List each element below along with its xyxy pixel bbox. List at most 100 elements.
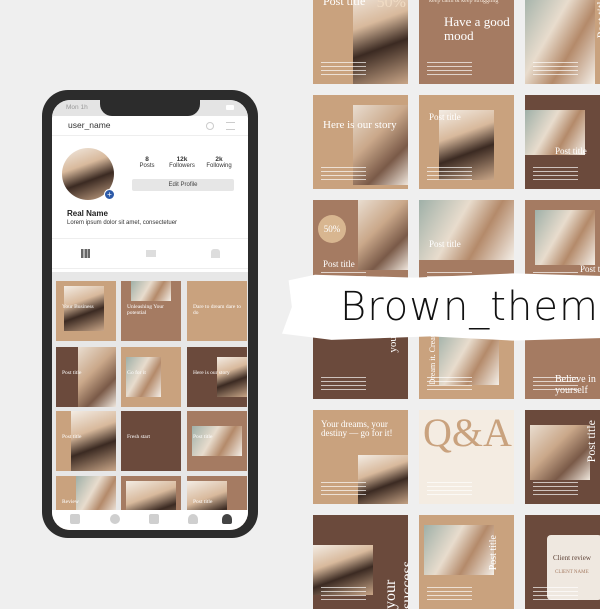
post-photo: [126, 357, 161, 397]
post-tile[interactable]: Your Business: [56, 281, 116, 341]
template-title: Your dreams, your destiny — go for it!: [321, 419, 393, 439]
reels-icon[interactable]: [146, 250, 156, 257]
post-title: Here is our story: [193, 370, 230, 376]
post-title: Fresh start: [127, 434, 151, 440]
template-tile: your success: [313, 515, 408, 609]
template-title: Post title: [323, 0, 366, 8]
search-icon[interactable]: [110, 514, 120, 524]
placeholder-text: [533, 167, 578, 181]
template-tile: Post title: [525, 0, 600, 84]
template-photo: [358, 200, 408, 270]
post-photo: [192, 426, 242, 456]
post-tile[interactable]: Here is our story: [187, 347, 247, 407]
battery-icon: [226, 105, 234, 110]
post-photo: [217, 357, 247, 397]
template-extra: 50%: [376, 0, 406, 11]
post-title: Go for it: [127, 370, 146, 376]
stat-following[interactable]: 2k Following: [199, 156, 239, 169]
divider: [52, 135, 248, 136]
add-story-icon[interactable]: +: [104, 189, 115, 200]
template-tile: Client review CLIENT NAME: [525, 515, 600, 609]
template-title: Q&A: [423, 410, 512, 455]
phone-notch: [100, 100, 200, 116]
phone-screen: Mon 1h user_name + 8 Posts 12k Followers 2…: [52, 100, 248, 530]
template-title: Post title: [584, 420, 598, 463]
post-title: Your Business: [62, 304, 94, 310]
profile-icon[interactable]: [222, 514, 232, 524]
template-photo: [535, 210, 595, 265]
tagged-icon[interactable]: [211, 249, 220, 258]
post-title: Post title: [193, 434, 213, 440]
placeholder-text: [533, 587, 578, 601]
placeholder-text: [427, 587, 472, 601]
template-title: Post title: [580, 264, 600, 274]
template-title: Post title: [594, 0, 600, 39]
real-name: Real Name: [67, 209, 108, 218]
template-tile: Post title: [525, 95, 600, 189]
template-photo: [419, 200, 514, 260]
template-tile: Post title: [419, 95, 514, 189]
template-tile: Your dreams, your destiny — go for it!: [313, 410, 408, 504]
template-tile: Have a good mood keep calm & keep struggl…: [419, 0, 514, 84]
template-photo: [530, 425, 590, 480]
home-icon[interactable]: [70, 514, 80, 524]
template-extra: CLIENT NAME: [555, 570, 589, 575]
template-tile: Post title: [419, 515, 514, 609]
divider: [52, 238, 248, 239]
post-title: Post title: [193, 499, 213, 505]
template-title: Here is our story: [323, 119, 397, 131]
heart-icon[interactable]: [188, 514, 198, 524]
template-title: Client review: [553, 554, 591, 562]
edit-profile-button[interactable]: Edit Profile: [132, 179, 234, 191]
stat-followers[interactable]: 12k Followers: [162, 156, 202, 169]
post-title: Dare to dream dare to do: [193, 304, 241, 316]
username: user_name: [68, 120, 111, 130]
placeholder-text: [533, 62, 578, 76]
post-title: Post title: [62, 370, 82, 376]
template-title: Post title: [488, 535, 499, 571]
template-tile: Here is our story: [313, 95, 408, 189]
add-icon[interactable]: [149, 514, 159, 524]
placeholder-text: [427, 482, 472, 496]
template-extra: keep calm & keep struggling: [429, 0, 499, 4]
activity-icon[interactable]: [206, 122, 214, 130]
post-tile[interactable]: Fresh start: [121, 411, 181, 471]
placeholder-text: [321, 377, 366, 391]
template-title: Have a good mood: [444, 14, 510, 43]
template-tile: Q&A: [419, 410, 514, 504]
post-tile[interactable]: Post title: [187, 411, 247, 471]
post-title: Post title: [62, 434, 82, 440]
placeholder-text: [321, 62, 366, 76]
stat-posts[interactable]: 8 Posts: [127, 156, 167, 169]
post-photo: [78, 347, 116, 407]
post-tile[interactable]: Dare to dream dare to do: [187, 281, 247, 341]
template-title: Post title: [555, 146, 587, 156]
template-title: Believe in yourself: [555, 374, 596, 396]
placeholder-text: [321, 482, 366, 496]
placeholder-text: [427, 62, 472, 76]
bio: Lorem ipsum dolor sit amet, consectetuer: [67, 220, 178, 226]
menu-icon[interactable]: [226, 122, 235, 130]
placeholder-text: [533, 482, 578, 496]
post-photo: [131, 281, 171, 301]
post-tile[interactable]: Post title: [56, 411, 116, 471]
placeholder-text: [321, 167, 366, 181]
post-tile[interactable]: Post title: [56, 347, 116, 407]
post-title: Review: [62, 499, 79, 505]
template-extra: 50%: [318, 215, 346, 243]
template-tile: Post title 50%: [313, 0, 408, 84]
post-tile[interactable]: Unleashing Your potential: [121, 281, 181, 341]
placeholder-text: [321, 587, 366, 601]
status-time: Mon 1h: [66, 104, 88, 111]
template-title: Post title: [323, 259, 355, 269]
template-title: Post title: [429, 239, 461, 249]
template-title: Post title: [429, 112, 461, 122]
placeholder-text: [427, 167, 472, 181]
divider: [52, 268, 248, 269]
post-tile[interactable]: Go for it: [121, 347, 181, 407]
grid-icon[interactable]: [81, 249, 90, 258]
template-title: your success: [382, 561, 408, 609]
template-photo: [358, 455, 408, 504]
post-photo: [71, 411, 116, 471]
template-tile: Post title: [525, 410, 600, 504]
